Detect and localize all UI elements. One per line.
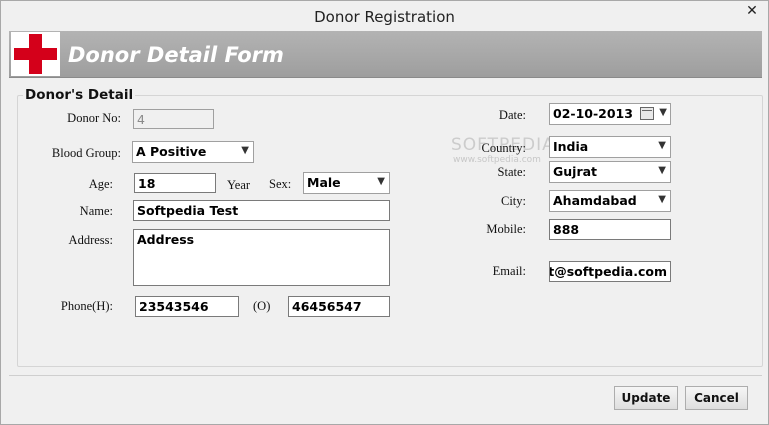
country-value: India (553, 139, 589, 154)
update-button[interactable]: Update (614, 386, 678, 410)
state-value: Gujrat (553, 164, 598, 179)
calendar-icon[interactable] (640, 107, 654, 120)
window-title: Donor Registration (314, 8, 455, 26)
mobile-field[interactable]: 888 (549, 219, 671, 240)
blood-group-value: A Positive (136, 144, 207, 159)
age-unit-label: Year (227, 178, 251, 192)
city-select[interactable]: Ahamdabad ▼ (549, 190, 671, 212)
mobile-label: Mobile: (486, 222, 526, 236)
donor-no-field[interactable]: 4 (133, 109, 214, 129)
banner-title: Donor Detail Form (68, 43, 284, 67)
blood-group-select[interactable]: A Positive ▼ (132, 141, 254, 163)
phone-office-field[interactable]: 46456547 (288, 296, 390, 317)
country-label: Country: (481, 141, 526, 155)
email-label: Email: (492, 264, 526, 278)
chevron-down-icon: ▼ (658, 140, 666, 151)
sex-label: Sex: (269, 177, 292, 191)
phone-home-field[interactable]: 23543546 (135, 296, 239, 317)
donor-registration-window: Donor Registration ✕ Donor Detail Form D… (0, 0, 769, 425)
footer-divider (9, 375, 762, 376)
state-select[interactable]: Gujrat ▼ (549, 161, 671, 183)
age-field[interactable]: 18 (134, 173, 216, 193)
red-cross-icon (11, 32, 60, 76)
age-label: Age: (88, 177, 113, 191)
chevron-down-icon: ▼ (658, 165, 666, 176)
email-field[interactable]: est@softpedia.com (549, 261, 671, 282)
chevron-down-icon: ▼ (658, 194, 666, 205)
country-select[interactable]: India ▼ (549, 136, 671, 158)
blood-group-label: Blood Group: (51, 146, 121, 160)
title-bar[interactable]: Donor Registration ✕ (1, 1, 768, 32)
city-label: City: (500, 194, 526, 208)
phone-o-label: (O) (253, 299, 271, 313)
group-legend: Donor's Detail (23, 87, 136, 103)
chevron-down-icon: ▼ (377, 176, 385, 187)
watermark-sub: www.softpedia.com (453, 155, 541, 165)
chevron-down-icon: ▼ (241, 145, 249, 156)
chevron-down-icon[interactable]: ▼ (659, 107, 667, 118)
close-icon[interactable]: ✕ (736, 1, 768, 23)
phone-h-label: Phone(H): (60, 299, 113, 313)
sex-select[interactable]: Male ▼ (303, 172, 390, 194)
name-field[interactable]: Softpedia Test (133, 200, 390, 221)
cancel-button[interactable]: Cancel (685, 386, 748, 410)
name-label: Name: (79, 204, 113, 218)
address-label: Address: (68, 233, 113, 247)
donor-no-label: Donor No: (67, 111, 121, 125)
state-label: State: (497, 165, 526, 179)
date-value: 02-10-2013 (553, 106, 633, 121)
sex-value: Male (307, 175, 341, 190)
city-value: Ahamdabad (553, 193, 637, 208)
form-banner: Donor Detail Form (9, 31, 762, 78)
email-value: est@softpedia.com (549, 264, 667, 279)
address-field[interactable]: Address (133, 229, 390, 286)
date-picker[interactable]: 02-10-2013 ▼ (549, 103, 671, 125)
date-label: Date: (498, 108, 526, 122)
